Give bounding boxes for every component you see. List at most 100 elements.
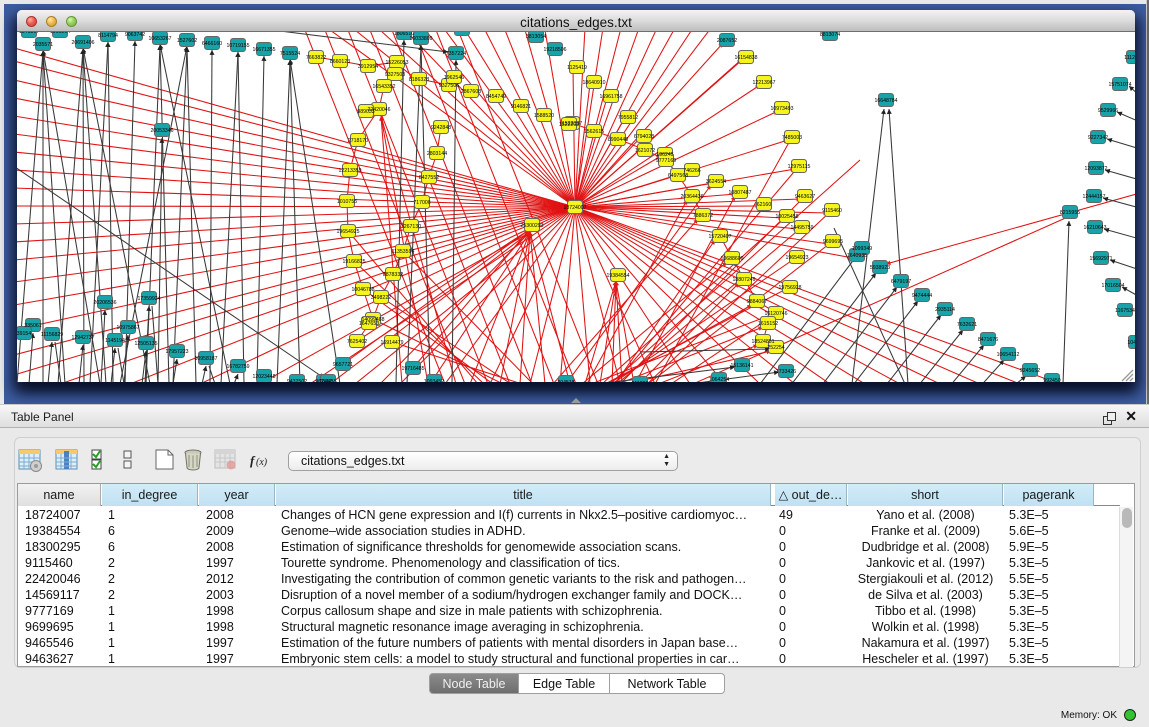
svg-text:19654923: 19654923 — [785, 255, 808, 261]
svg-text:10719155: 10719155 — [226, 43, 249, 49]
svg-text:10688609: 10688609 — [720, 256, 743, 262]
svg-text:12023448: 12023448 — [252, 374, 275, 380]
svg-text:1099349: 1099349 — [852, 246, 872, 252]
svg-text:1522203: 1522203 — [559, 122, 579, 128]
svg-text:10046788: 10046788 — [351, 287, 374, 293]
svg-text:7625402: 7625402 — [347, 339, 367, 345]
svg-text:11353594: 11353594 — [392, 249, 415, 255]
svg-text:8186328: 8186328 — [409, 77, 429, 83]
svg-text:9463627: 9463627 — [795, 194, 815, 200]
svg-text:2087652: 2087652 — [717, 38, 737, 44]
svg-text:8215955: 8215955 — [1060, 210, 1080, 216]
svg-text:1093452: 1093452 — [424, 379, 444, 382]
svg-text:1167534: 1167534 — [1115, 308, 1135, 314]
svg-text:2437082: 2437082 — [452, 32, 472, 33]
svg-text:9242848: 9242848 — [431, 125, 451, 131]
svg-text:12093872: 12093872 — [1084, 166, 1107, 172]
svg-text:62160: 62160 — [757, 202, 772, 208]
svg-text:9474444: 9474444 — [912, 293, 932, 299]
svg-text:10654112: 10654112 — [997, 352, 1020, 358]
svg-text:19654925: 19654925 — [336, 229, 359, 235]
svg-text:16914479: 16914479 — [380, 340, 403, 346]
svg-text:19166825: 19166825 — [342, 259, 365, 265]
svg-text:2867608: 2867608 — [461, 89, 481, 95]
svg-text:10025458: 10025458 — [775, 214, 798, 220]
svg-text:15136141: 15136141 — [730, 363, 753, 369]
svg-text:8114794: 8114794 — [98, 33, 118, 39]
svg-text:20053346: 20053346 — [150, 128, 173, 134]
svg-text:16671355: 16671355 — [252, 47, 275, 53]
svg-text:9432502: 9432502 — [287, 379, 307, 382]
svg-text:8990448: 8990448 — [608, 137, 628, 143]
svg-text:104922: 104922 — [1127, 340, 1135, 346]
svg-text:39154: 39154 — [17, 331, 31, 337]
svg-text:16120746: 16120746 — [764, 311, 787, 317]
svg-text:18807249: 18807249 — [732, 277, 755, 283]
svg-text:10653267: 10653267 — [148, 36, 171, 42]
svg-text:15692971: 15692971 — [1089, 256, 1112, 262]
svg-text:18724007: 18724007 — [563, 205, 586, 211]
svg-text:25300293: 25300293 — [520, 223, 543, 229]
svg-text:1588520: 1588520 — [534, 113, 554, 119]
svg-text:992450: 992450 — [1043, 378, 1060, 382]
svg-text:10807487: 10807487 — [728, 190, 751, 196]
svg-text:7955812: 7955812 — [618, 115, 638, 121]
svg-text:3912954: 3912954 — [358, 64, 378, 70]
svg-text:717006: 717006 — [413, 200, 430, 206]
svg-text:17957223: 17957223 — [165, 349, 188, 355]
svg-text:20206536: 20206536 — [93, 300, 116, 306]
svg-text:12975115: 12975115 — [788, 164, 811, 170]
svg-text:16543352: 16543352 — [372, 84, 395, 90]
svg-text:1640935: 1640935 — [847, 253, 867, 259]
svg-text:1615152: 1615152 — [758, 321, 778, 327]
svg-text:9529966: 9529966 — [1098, 108, 1118, 114]
svg-text:10973493: 10973493 — [770, 106, 793, 112]
svg-text:1145194: 1145194 — [105, 338, 125, 344]
svg-text:8454749: 8454749 — [486, 94, 506, 100]
svg-text:9146821: 9146821 — [511, 104, 531, 110]
svg-text:9327503: 9327503 — [385, 72, 405, 78]
svg-text:11156829: 11156829 — [41, 332, 63, 338]
svg-text:7632621: 7632621 — [957, 322, 977, 328]
svg-text:7485003: 7485003 — [782, 135, 802, 141]
svg-text:2803144: 2803144 — [427, 151, 447, 157]
svg-text:9327506: 9327506 — [439, 83, 459, 89]
svg-text:1562615: 1562615 — [584, 129, 604, 135]
svg-text:16782759: 16782759 — [226, 364, 249, 370]
svg-text:1125419: 1125419 — [567, 65, 587, 71]
svg-text:16648784: 16648784 — [874, 98, 897, 104]
svg-text:9777169: 9777169 — [656, 158, 676, 164]
svg-text:3267130: 3267130 — [401, 224, 421, 230]
svg-text:6466160: 6466160 — [202, 41, 222, 47]
svg-text:19384554: 19384554 — [606, 273, 629, 279]
svg-text:9227342: 9227342 — [1088, 135, 1108, 141]
svg-text:8878332: 8878332 — [383, 272, 403, 278]
svg-text:989033: 989033 — [357, 109, 374, 115]
svg-text:2935114: 2935114 — [935, 307, 955, 313]
svg-text:1527602: 1527602 — [177, 38, 197, 44]
svg-text:19756928: 19756928 — [778, 285, 801, 291]
svg-text:9063742: 9063742 — [125, 32, 145, 38]
svg-text:304518: 304518 — [557, 380, 574, 382]
svg-text:16154838: 16154838 — [734, 55, 757, 61]
svg-text:1064254: 1064254 — [709, 377, 729, 382]
svg-text:18640910: 18640910 — [582, 80, 605, 86]
svg-text:10975867: 10975867 — [116, 325, 139, 331]
svg-text:15226053: 15226053 — [385, 60, 408, 66]
svg-text:17016504: 17016504 — [1101, 283, 1124, 289]
svg-text:9884067: 9884067 — [747, 299, 767, 305]
svg-text:611205: 611205 — [632, 381, 649, 382]
svg-text:20364436: 20364436 — [680, 194, 703, 200]
svg-text:3624554: 3624554 — [706, 179, 726, 185]
svg-text:2718170: 2718170 — [348, 138, 368, 144]
svg-text:8471676: 8471676 — [978, 337, 998, 343]
svg-text:7357224: 7357224 — [446, 51, 466, 57]
svg-text:10958187: 10958187 — [194, 356, 217, 362]
svg-text:9699695: 9699695 — [823, 239, 843, 245]
svg-text:8427552: 8427552 — [419, 175, 439, 181]
svg-text:16210643: 16210643 — [1083, 225, 1106, 231]
svg-text:15720407: 15720407 — [708, 234, 731, 240]
svg-text:6479197: 6479197 — [891, 279, 911, 285]
svg-text:1112543: 1112543 — [1124, 55, 1135, 61]
svg-text:746266: 746266 — [683, 168, 700, 174]
